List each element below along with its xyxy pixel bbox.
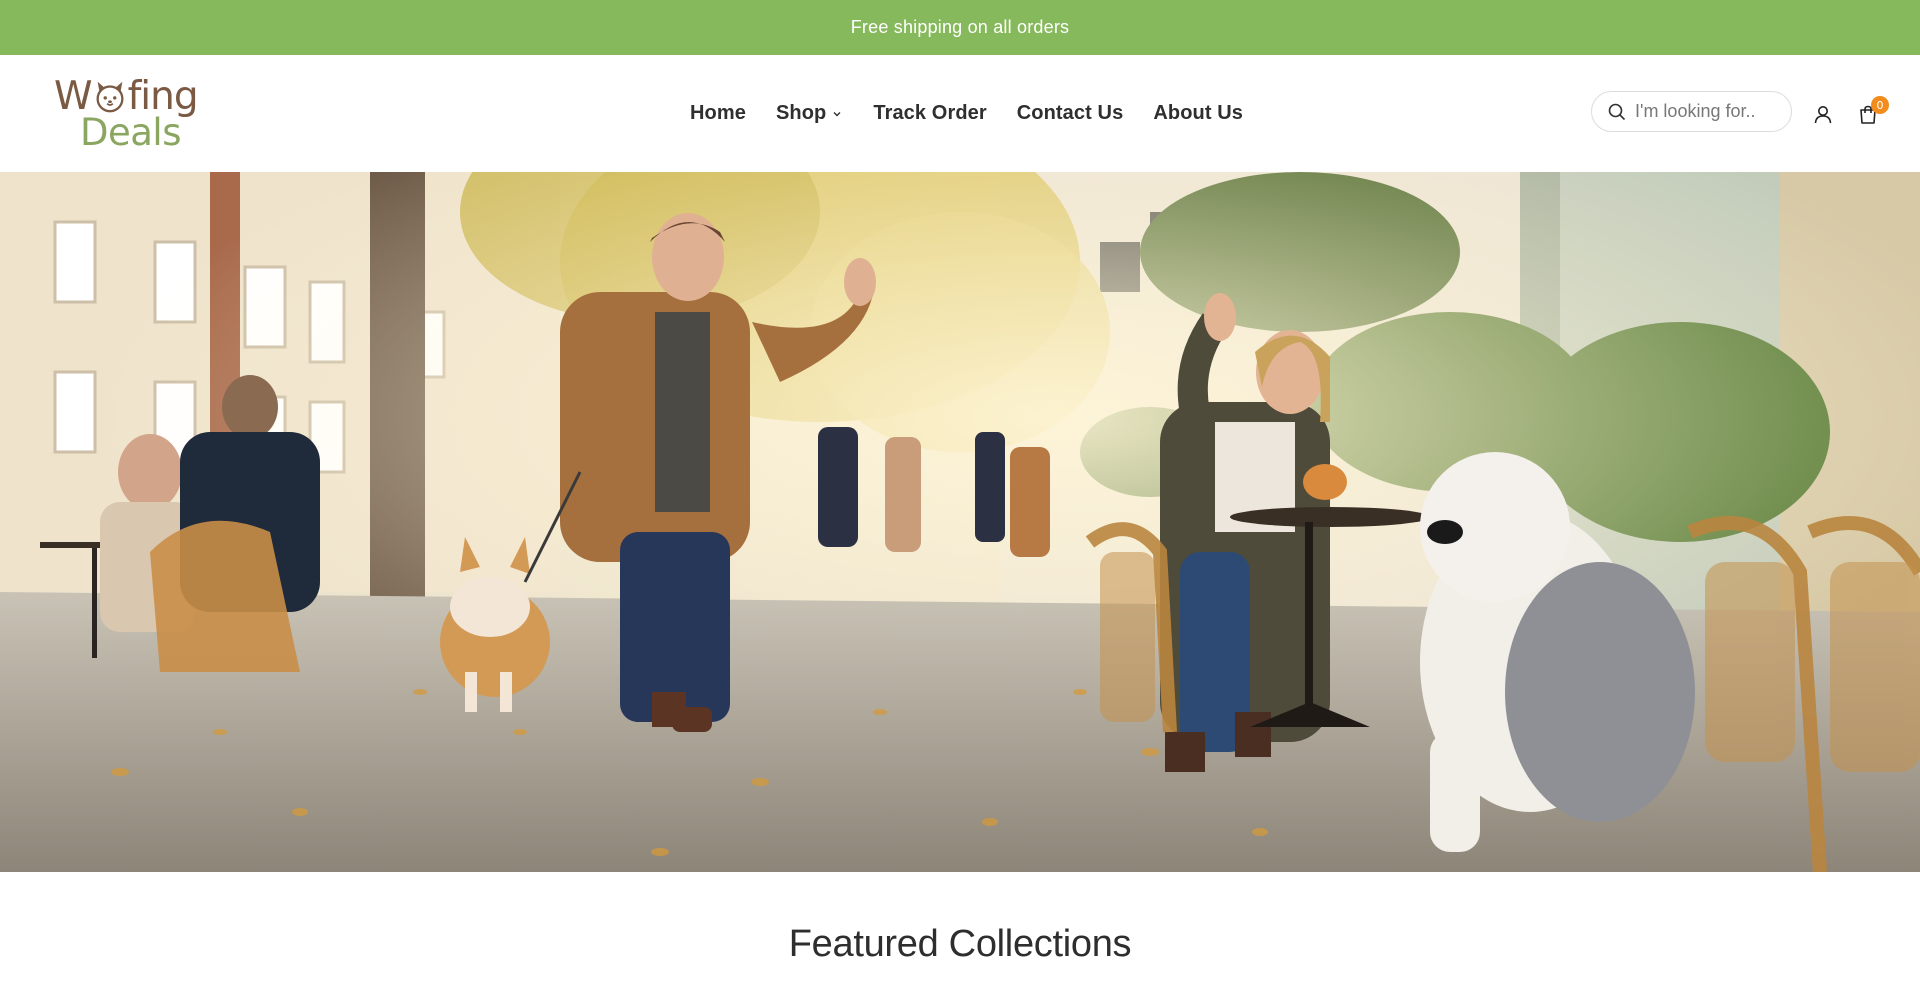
nav-about-us[interactable]: About Us — [1153, 102, 1243, 125]
announcement-text: Free shipping on all orders — [850, 17, 1070, 37]
logo-wordmark-top: W fing — [54, 73, 199, 119]
chevron-down-icon — [833, 111, 841, 116]
logo-wordmark-bottom: Deals — [80, 111, 181, 154]
search-box[interactable] — [1591, 91, 1792, 132]
nav-track-order-label: Track Order — [873, 102, 987, 124]
nav-shop[interactable]: Shop — [776, 102, 843, 125]
main-nav: Home Shop Track Order Contact Us About U… — [690, 55, 1243, 172]
featured-collections-title: Featured Collections — [788, 923, 1132, 965]
dog-logo-icon — [96, 81, 124, 113]
hero-photo — [0, 172, 1920, 872]
cart-button[interactable]: 0 — [1857, 96, 1889, 125]
hero-banner[interactable] — [0, 172, 1920, 872]
announcement-bar: Free shipping on all orders — [0, 0, 1920, 55]
site-logo[interactable]: W fing Deals — [54, 73, 199, 154]
nav-about-us-label: About Us — [1153, 102, 1244, 124]
search-input[interactable] — [1635, 101, 1765, 122]
user-icon — [1814, 105, 1832, 123]
featured-collections-section: Featured Collections — [0, 872, 1920, 993]
search-icon — [1608, 103, 1626, 120]
nav-track-order[interactable]: Track Order — [873, 102, 986, 125]
logo-text-end: fing — [127, 73, 199, 119]
cart-count-badge: 0 — [1871, 96, 1889, 114]
nav-contact-us[interactable]: Contact Us — [1017, 102, 1124, 125]
logo-text-start: W — [54, 73, 93, 119]
nav-shop-label: Shop — [775, 102, 827, 124]
nav-home-label: Home — [690, 102, 746, 124]
site-header: W fing Deals Home Shop Track Order Conta… — [0, 55, 1920, 172]
nav-home[interactable]: Home — [690, 102, 746, 125]
nav-contact-us-label: Contact Us — [1016, 102, 1124, 124]
account-button[interactable] — [1812, 103, 1834, 125]
